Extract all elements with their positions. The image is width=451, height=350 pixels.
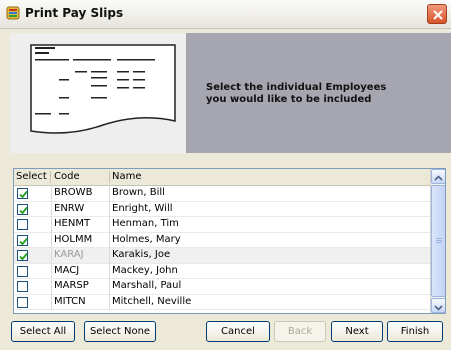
grip-line bbox=[436, 242, 442, 243]
header-name[interactable]: Name bbox=[112, 171, 142, 182]
chevron-down-icon bbox=[434, 305, 443, 311]
employee-list[interactable]: Select Code Name BROWB Brown, Bill ENRW Enr… bbox=[13, 168, 446, 314]
cancel-button[interactable]: Cancel bbox=[206, 321, 270, 342]
employee-code: KARAJ bbox=[54, 249, 84, 260]
table-row[interactable]: MITCN Mitchell, Neville bbox=[14, 295, 430, 310]
select-checkbox[interactable] bbox=[17, 234, 28, 246]
window-title: Print Pay Slips bbox=[25, 6, 124, 20]
grip-line bbox=[436, 238, 442, 239]
employee-code: MARSP bbox=[54, 280, 89, 291]
employee-name: Enright, Will bbox=[112, 202, 173, 214]
employee-code: HOLMM bbox=[54, 233, 93, 245]
select-checkbox[interactable] bbox=[17, 281, 28, 292]
table-row[interactable]: HOLMM Holmes, Mary bbox=[14, 233, 430, 248]
header-divider bbox=[109, 171, 110, 183]
select-checkbox[interactable] bbox=[17, 265, 28, 277]
document-illustration bbox=[10, 33, 186, 153]
list-header: Select Code Name bbox=[14, 169, 430, 186]
select-checkbox[interactable] bbox=[17, 250, 28, 261]
employee-code: MITCN bbox=[54, 295, 86, 307]
employee-name: Marshall, Paul bbox=[112, 280, 182, 291]
employee-code: HENMT bbox=[54, 218, 91, 229]
header-select[interactable]: Select bbox=[16, 171, 47, 182]
select-all-button[interactable]: Select All bbox=[11, 321, 75, 342]
list-rows: BROWB Brown, Bill ENRW Enright, Will HENMT He… bbox=[14, 186, 430, 310]
employee-code: MACJ bbox=[54, 264, 80, 276]
employee-name: Karakis, Joe bbox=[112, 249, 171, 260]
next-button[interactable]: Next bbox=[331, 321, 383, 342]
dialog-window: Print Pay Slips Select the individual Em… bbox=[0, 0, 451, 350]
employee-name: Brown, Bill bbox=[112, 187, 165, 198]
employee-name: Henman, Tim bbox=[112, 218, 179, 229]
scroll-thumb[interactable] bbox=[431, 185, 445, 297]
header-divider bbox=[50, 171, 51, 183]
back-button[interactable]: Back bbox=[274, 321, 326, 342]
title-bar[interactable]: Print Pay Slips bbox=[0, 0, 451, 29]
finish-button[interactable]: Finish bbox=[387, 321, 443, 342]
table-row[interactable]: KARAJ Karakis, Joe bbox=[14, 248, 430, 264]
scroll-down-button[interactable] bbox=[431, 298, 445, 313]
checkmark-icon bbox=[19, 190, 28, 199]
vertical-scrollbar[interactable] bbox=[430, 169, 445, 313]
column-divider bbox=[51, 186, 52, 310]
select-checkbox[interactable] bbox=[17, 203, 28, 215]
table-row[interactable]: ENRW Enright, Will bbox=[14, 202, 430, 217]
table-row[interactable]: MACJ Mackey, John bbox=[14, 264, 430, 279]
table-row[interactable]: HENMT Henman, Tim bbox=[14, 217, 430, 233]
employee-code: ENRW bbox=[54, 202, 85, 214]
document-icon bbox=[30, 44, 176, 134]
column-divider bbox=[109, 186, 110, 310]
app-icon bbox=[6, 6, 20, 20]
checkmark-icon bbox=[19, 237, 28, 245]
scroll-up-button[interactable] bbox=[431, 169, 445, 184]
select-checkbox[interactable] bbox=[17, 219, 28, 230]
employee-name: Holmes, Mary bbox=[112, 233, 181, 245]
header-code[interactable]: Code bbox=[54, 171, 80, 182]
grip-line bbox=[436, 240, 442, 241]
select-checkbox[interactable] bbox=[17, 296, 28, 308]
employee-name: Mitchell, Neville bbox=[112, 295, 192, 307]
close-icon bbox=[433, 10, 443, 20]
employee-code: BROWB bbox=[54, 187, 93, 198]
chevron-up-icon bbox=[434, 175, 443, 181]
checkmark-icon bbox=[19, 252, 28, 261]
table-row[interactable]: MARSP Marshall, Paul bbox=[14, 279, 430, 295]
table-row[interactable]: BROWB Brown, Bill bbox=[14, 186, 430, 202]
close-button[interactable] bbox=[427, 4, 447, 24]
employee-name: Mackey, John bbox=[112, 264, 178, 276]
checkmark-icon bbox=[19, 206, 28, 214]
select-checkbox[interactable] bbox=[17, 188, 28, 199]
select-none-button[interactable]: Select None bbox=[84, 321, 156, 342]
instruction-text: Select the individual Employees you woul… bbox=[206, 82, 387, 105]
